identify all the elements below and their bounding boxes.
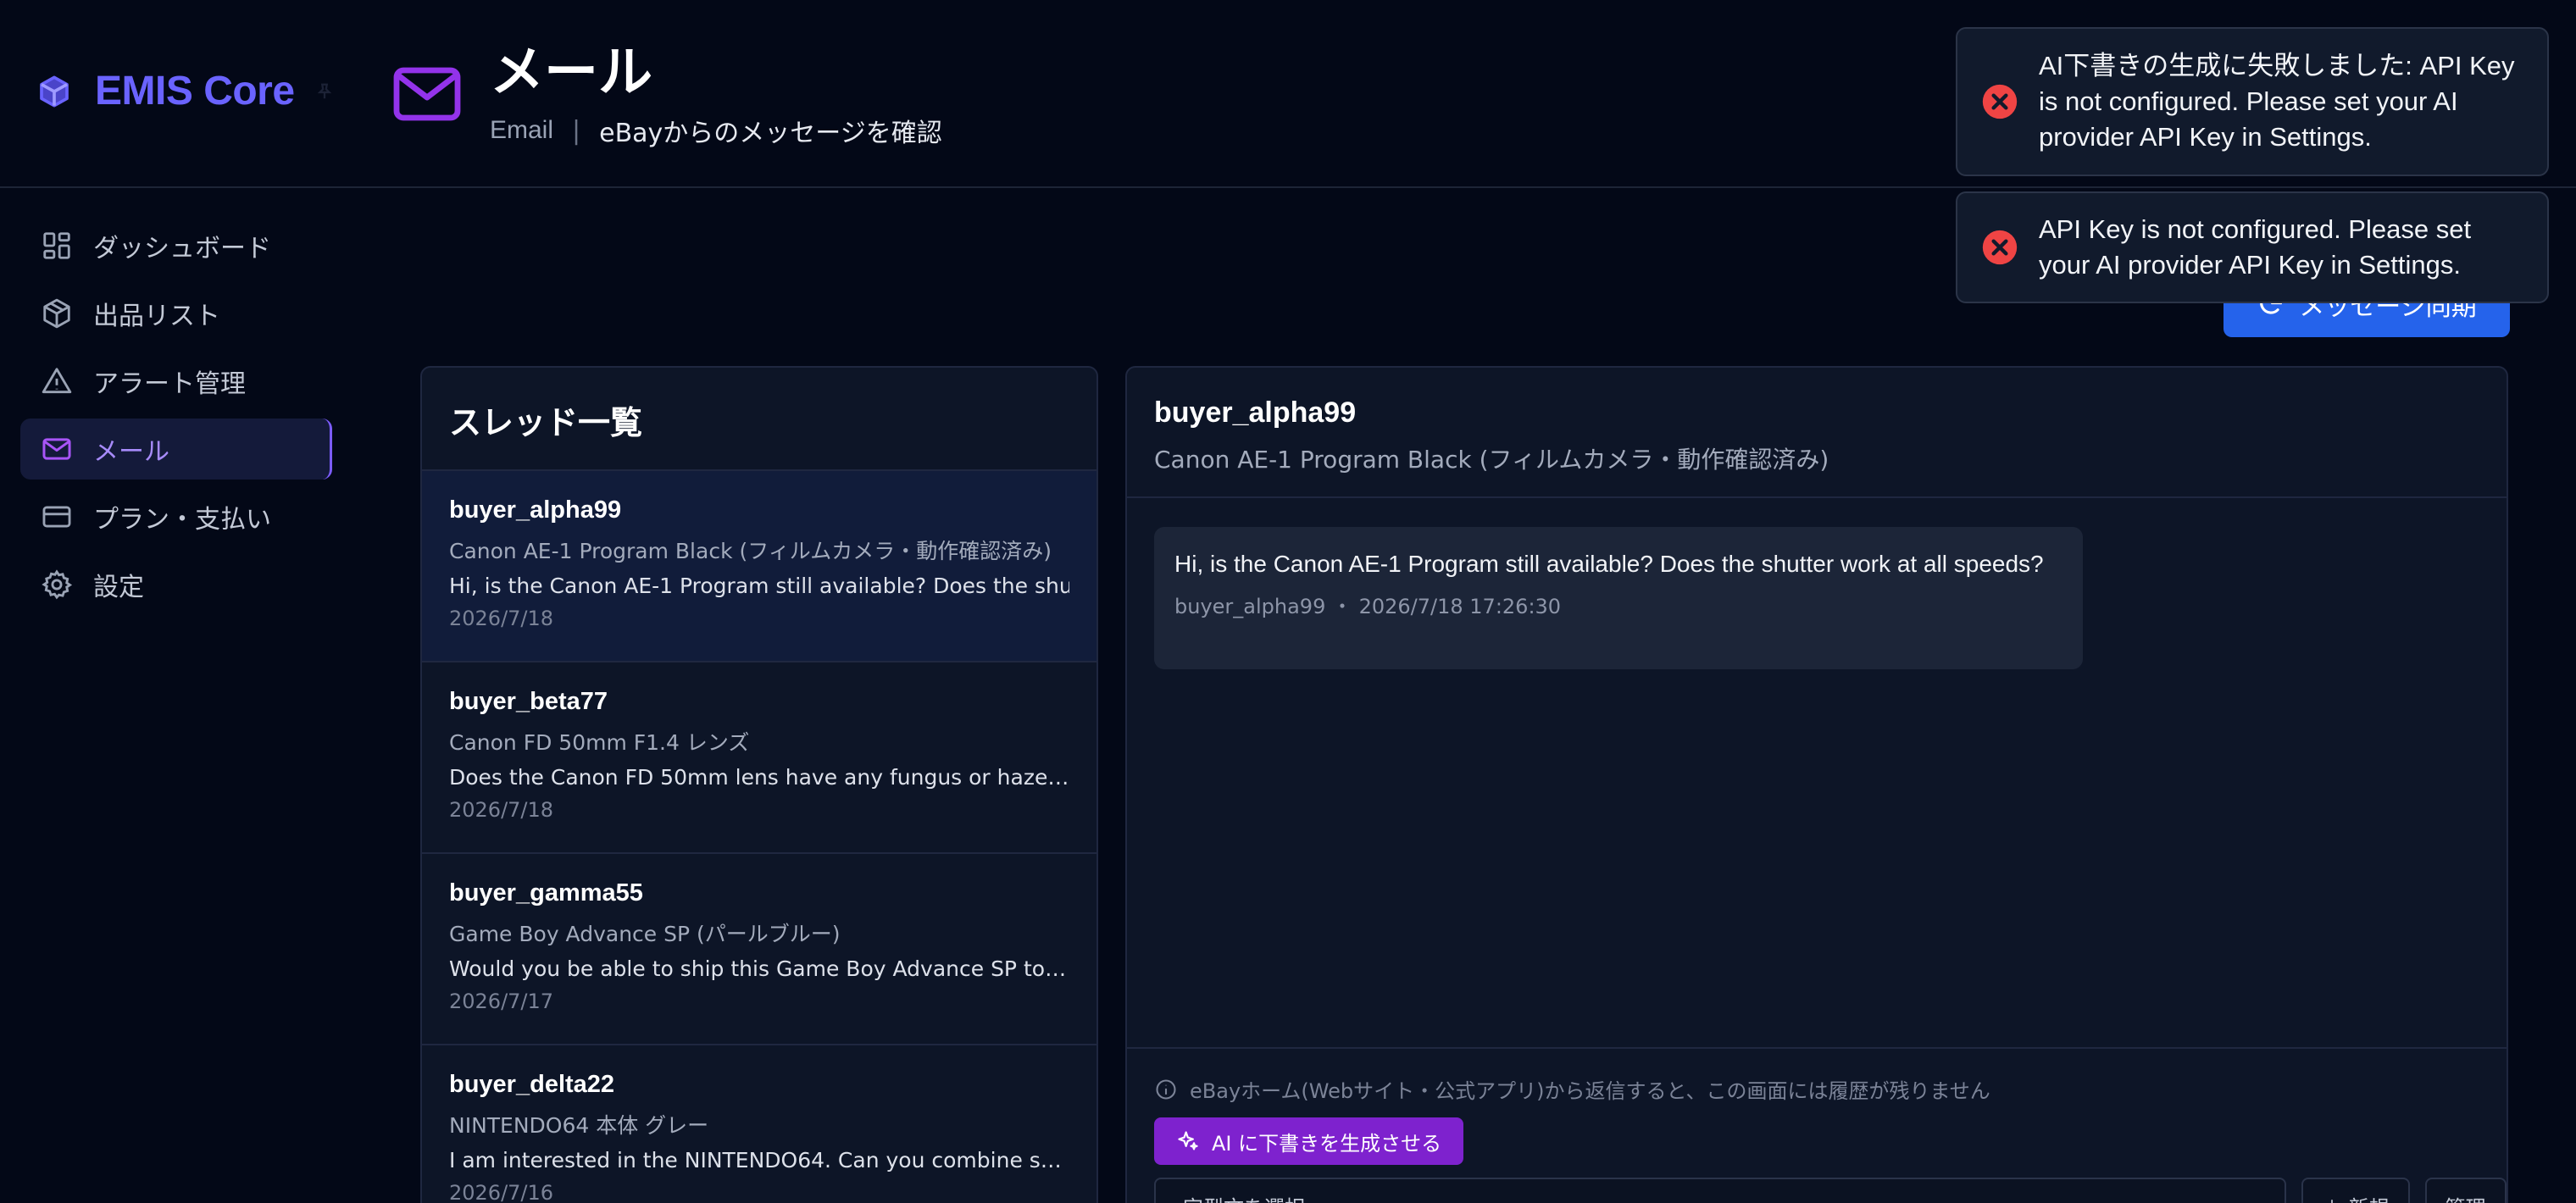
page-subtitle: Email | eBayからのメッセージを確認	[490, 112, 942, 149]
thread-item[interactable]: buyer_alpha99 Canon AE-1 Program Black (…	[422, 471, 1096, 662]
reply-notice-text: eBayホーム(Webサイト・公式アプリ)から返信すると、この画面には履歴が残り…	[1190, 1079, 1990, 1103]
thread-item-title: Canon AE-1 Program Black (フィルムカメラ・動作確認済み…	[449, 539, 1052, 563]
alert-triangle-icon	[42, 368, 72, 394]
gear-icon	[42, 569, 73, 600]
thread-preview: Hi, is the Canon AE-1 Program still avai…	[449, 574, 1069, 598]
sidebar-item-label: ダッシュボード	[93, 234, 271, 263]
mail-icon	[42, 438, 71, 460]
thread-buyer: buyer_beta77	[449, 688, 608, 715]
reply-notice: eBayホーム(Webサイト・公式アプリ)から返信すると、この画面には履歴が残り…	[1154, 1074, 2483, 1104]
thread-preview: I am interested in the NINTENDO64. Can y…	[449, 1148, 1069, 1173]
thread-buyer: buyer_alpha99	[449, 496, 622, 524]
template-select[interactable]: 定型文を選択 ⌄	[1154, 1178, 2286, 1203]
message-meta: buyer_alpha99 ・ 2026/7/18 17:26:30	[1174, 595, 1562, 618]
reply-footer: eBayホーム(Webサイト・公式アプリ)から返信すると、この画面には履歴が残り…	[1127, 1047, 2507, 1203]
page-title: メール	[490, 42, 652, 104]
template-select-placeholder: 定型文を選択	[1183, 1191, 1305, 1203]
thread-item[interactable]: buyer_delta22 NINTENDO64 本体 グレー I am int…	[422, 1045, 1096, 1203]
box-icon	[43, 298, 70, 329]
new-template-button[interactable]: ＋ 新規	[2301, 1178, 2410, 1203]
message-bubble: Hi, is the Canon AE-1 Program still avai…	[1154, 527, 2083, 669]
info-icon	[1156, 1078, 1176, 1100]
error-toast[interactable]: API Key is not configured. Please set yo…	[1956, 191, 2549, 303]
sidebar-item-alerts[interactable]: アラート管理	[20, 351, 332, 412]
sidebar-item-label: アラート管理	[93, 369, 246, 399]
error-toast[interactable]: AI下書きの生成に失敗しました: API Key is not configur…	[1956, 27, 2549, 176]
sidebar: ダッシュボード 出品リスト アラート管理 メール プラン・支払い 設定	[20, 215, 332, 622]
thread-date: 2026/7/17	[449, 990, 554, 1013]
subtitle-separator: |	[572, 115, 581, 146]
ai-draft-button-label: AI に下書きを生成させる	[1212, 1131, 1442, 1156]
cube-logo-icon	[40, 75, 69, 107]
thread-item-title: NINTENDO64 本体 グレー	[449, 1113, 709, 1138]
message-text: Hi, is the Canon AE-1 Program still avai…	[1174, 551, 2044, 577]
sidebar-item-label: メール	[93, 437, 169, 467]
sidebar-item-label: 出品リスト	[93, 302, 220, 331]
error-circle-icon	[1982, 230, 2018, 265]
dashboard-icon	[43, 232, 70, 259]
sidebar-item-label: 設定	[93, 573, 144, 602]
page-subtitle-en: Email	[490, 116, 554, 144]
manage-templates-button[interactable]: 管理	[2424, 1178, 2507, 1203]
template-row: 定型文を選択 ⌄ ＋ 新規 管理	[1154, 1178, 2507, 1203]
toast-message: API Key is not configured. Please set yo…	[2039, 214, 2472, 280]
brand[interactable]: EMIS Core	[37, 68, 334, 114]
thread-preview: Does the Canon FD 50mm lens have any fun…	[449, 765, 1069, 790]
toast-message: AI下書きの生成に失敗しました: API Key is not configur…	[2039, 51, 2515, 152]
thread-item-title: Canon FD 50mm F1.4 レンズ	[449, 730, 750, 755]
sidebar-item-settings[interactable]: 設定	[20, 554, 332, 615]
thread-date: 2026/7/16	[449, 1181, 554, 1203]
sparkles-icon	[1178, 1131, 1198, 1150]
ai-draft-button[interactable]: AI に下書きを生成させる	[1154, 1117, 1464, 1165]
thread-item[interactable]: buyer_gamma55 Game Boy Advance SP (パールブル…	[422, 854, 1096, 1045]
chevron-down-icon: ⌄	[2240, 1191, 2257, 1203]
mail-icon	[393, 67, 461, 121]
sidebar-item-dashboard[interactable]: ダッシュボード	[20, 215, 332, 276]
brand-name: EMIS Core	[95, 69, 295, 114]
conversation-panel: buyer_alpha99 Canon AE-1 Program Black (…	[1125, 366, 2508, 1203]
conversation-header: buyer_alpha99 Canon AE-1 Program Black (…	[1127, 368, 2507, 498]
sidebar-item-billing[interactable]: プラン・支払い	[20, 486, 332, 547]
sidebar-item-mail[interactable]: メール	[20, 419, 332, 480]
conversation-item-title: Canon AE-1 Program Black (フィルムカメラ・動作確認済み…	[1154, 446, 1829, 474]
pin-icon[interactable]	[315, 82, 334, 101]
conversation-buyer: buyer_alpha99	[1154, 396, 1357, 429]
thread-list-title: スレッド一覧	[422, 368, 1096, 471]
sidebar-item-listings[interactable]: 出品リスト	[20, 283, 332, 344]
thread-preview: Would you be able to ship this Game Boy …	[449, 956, 1069, 981]
thread-date: 2026/7/18	[449, 607, 554, 630]
thread-item[interactable]: buyer_beta77 Canon FD 50mm F1.4 レンズ Does…	[422, 662, 1096, 854]
error-circle-icon	[1982, 84, 2018, 119]
thread-buyer: buyer_delta22	[449, 1071, 615, 1098]
page-subtitle-text: eBayからのメッセージを確認	[599, 119, 942, 148]
thread-date: 2026/7/18	[449, 798, 554, 822]
credit-card-icon	[42, 506, 71, 528]
thread-item-title: Game Boy Advance SP (パールブルー)	[449, 922, 841, 946]
thread-list-panel: スレッド一覧 buyer_alpha99 Canon AE-1 Program …	[420, 366, 1098, 1203]
page-header: メール Email | eBayからのメッセージを確認	[393, 37, 942, 149]
thread-buyer: buyer_gamma55	[449, 879, 643, 906]
sidebar-item-label: プラン・支払い	[93, 505, 271, 535]
